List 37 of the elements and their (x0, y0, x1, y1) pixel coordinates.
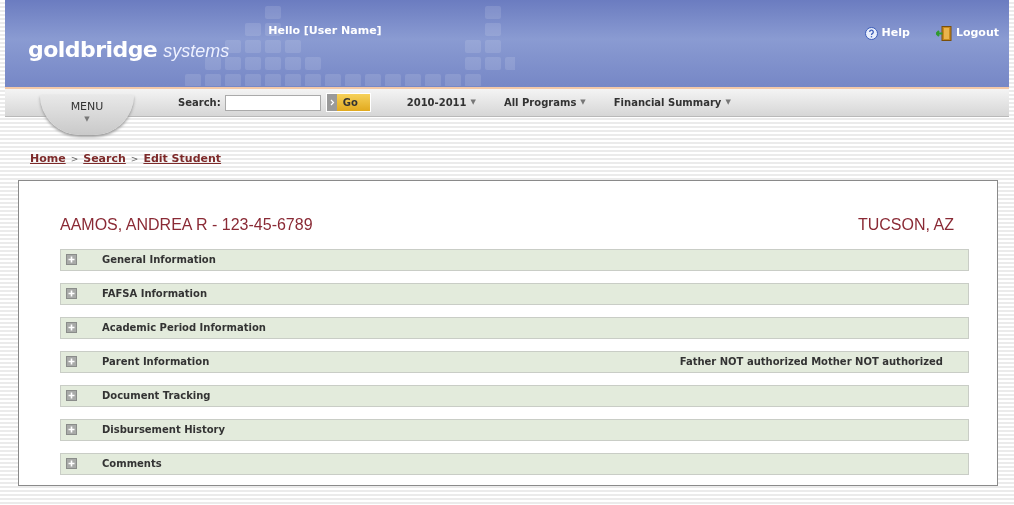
section-header[interactable]: Document Tracking (60, 384, 969, 407)
expand-icon[interactable] (66, 424, 77, 435)
section-header[interactable]: Parent Information Father NOT authorized Mother NOT authorized (60, 350, 969, 373)
expand-icon[interactable] (66, 458, 77, 469)
search-label: Search: (178, 96, 221, 110)
expand-icon[interactable] (66, 254, 77, 265)
section-header[interactable]: General Information (60, 248, 969, 271)
breadcrumb-separator: > (70, 153, 79, 166)
greeting-text: Hello [User Name] (268, 23, 382, 39)
section-header[interactable]: FAFSA Information (60, 282, 969, 305)
section-title: Comments (102, 457, 162, 471)
logo-wordmark: goldbridge (28, 36, 158, 64)
search-field[interactable] (224, 94, 321, 111)
breadcrumb-link[interactable]: Home (30, 151, 66, 168)
student-name: AAMOS, ANDREA R - 123-45-6789 (60, 214, 313, 235)
breadcrumb-separator: > (130, 153, 139, 166)
help-icon (864, 26, 878, 40)
section-title: Disbursement History (102, 423, 226, 437)
expand-icon[interactable] (66, 390, 77, 401)
go-button[interactable]: Go (325, 93, 371, 112)
section-title: Document Tracking (102, 389, 211, 403)
section-title: FAFSA Information (102, 287, 208, 301)
section-title: Academic Period Information (102, 321, 266, 335)
expand-icon[interactable] (66, 288, 77, 299)
expand-icon[interactable] (66, 322, 77, 333)
section-title: Parent Information (102, 355, 210, 369)
breadcrumb-link[interactable]: Edit Student (143, 151, 222, 168)
exit-door-icon (935, 25, 952, 41)
section-header[interactable]: Academic Period Information (60, 316, 969, 339)
student-location: TUCSON, AZ (858, 214, 954, 235)
expand-icon[interactable] (66, 356, 77, 367)
breadcrumb-link[interactable]: Search (83, 151, 126, 168)
logo-tagline: systems (163, 40, 230, 63)
section-header[interactable]: Disbursement History (60, 418, 969, 441)
section-note: Father NOT authorized Mother NOT authorized (679, 355, 943, 369)
section-title: General Information (102, 253, 216, 267)
section-header[interactable]: Comments (60, 452, 969, 475)
